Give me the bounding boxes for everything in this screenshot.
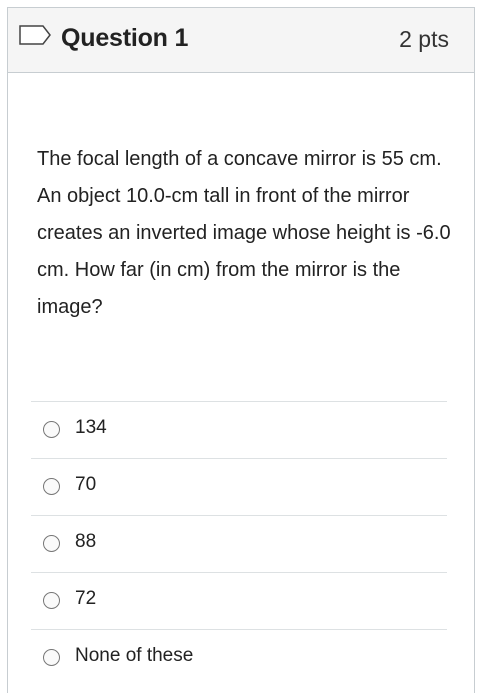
radio-button[interactable]	[43, 592, 60, 609]
flag-icon[interactable]	[19, 25, 51, 45]
answer-label: None of these	[75, 645, 194, 666]
question-text: The focal length of a concave mirror is …	[37, 148, 451, 318]
question-title: Question 1	[61, 24, 189, 52]
question-header: Question 1 2 pts	[8, 8, 474, 73]
radio-button[interactable]	[43, 421, 60, 438]
answer-option[interactable]: 88	[31, 515, 447, 572]
radio-button[interactable]	[43, 478, 60, 495]
radio-button[interactable]	[43, 649, 60, 666]
answer-label: 70	[75, 474, 97, 495]
answer-option[interactable]: None of these	[31, 629, 447, 686]
answer-option[interactable]: 70	[31, 458, 447, 515]
radio-button[interactable]	[43, 535, 60, 552]
answer-option[interactable]: 134	[31, 401, 447, 458]
answer-label: 88	[75, 531, 97, 552]
answer-option[interactable]: 72	[31, 572, 447, 629]
answer-label: 134	[75, 417, 107, 438]
answer-list: 134 70 88 72 None of these	[31, 401, 447, 686]
question-card: Question 1 2 pts The focal length of a c…	[7, 7, 475, 693]
answer-label: 72	[75, 588, 97, 609]
question-points: 2 pts	[399, 26, 449, 52]
